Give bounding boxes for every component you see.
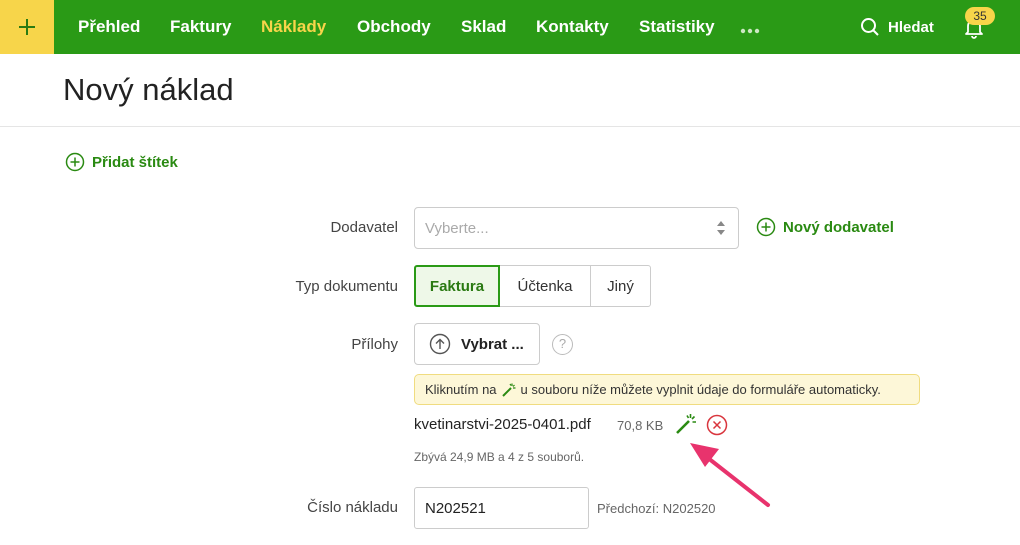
doc-type-faktura[interactable]: Faktura xyxy=(414,265,500,307)
header-divider xyxy=(0,126,1020,127)
search-icon xyxy=(861,18,879,36)
choose-file-button[interactable]: Vybrat ... xyxy=(414,323,540,365)
sort-arrows-icon xyxy=(717,221,725,235)
top-navigation-bar: Přehled Faktury Náklady Obchody Sklad Ko… xyxy=(0,0,1020,54)
plus-icon xyxy=(19,19,35,35)
attached-file-size: 70,8 KB xyxy=(617,418,664,433)
search-button[interactable]: Hledat xyxy=(860,0,934,54)
nav-item-prehled[interactable]: Přehled xyxy=(78,0,140,54)
nav-item-kontakty[interactable]: Kontakty xyxy=(536,0,609,54)
magic-wand-icon[interactable] xyxy=(674,412,698,436)
add-new-button[interactable] xyxy=(0,0,54,54)
nav-item-faktury[interactable]: Faktury xyxy=(170,0,231,54)
circle-plus-icon xyxy=(65,152,85,172)
supplier-label: Dodavatel xyxy=(330,219,398,236)
remaining-quota-text: Zbývá 24,9 MB a 4 z 5 souborů. xyxy=(414,450,585,464)
hint-text-before: Kliknutím na xyxy=(425,382,497,397)
new-supplier-button[interactable]: Nový dodavatel xyxy=(756,217,894,237)
expense-number-label: Číslo nákladu xyxy=(307,499,398,516)
doc-type-label: Typ dokumentu xyxy=(295,278,398,295)
more-menu-icon[interactable] xyxy=(740,22,760,40)
supplier-select[interactable]: Vyberte... xyxy=(414,207,739,249)
nav-item-obchody[interactable]: Obchody xyxy=(357,0,431,54)
doc-type-uctenka[interactable]: Účtenka xyxy=(499,265,591,307)
attachments-label: Přílohy xyxy=(351,336,398,353)
magic-wand-icon xyxy=(501,383,516,397)
notification-count-badge: 35 xyxy=(965,7,995,25)
search-label: Hledat xyxy=(888,18,934,36)
nav-item-sklad[interactable]: Sklad xyxy=(461,0,506,54)
attached-file-name[interactable]: kvetinarstvi-2025-0401.pdf xyxy=(414,416,591,433)
circle-plus-icon xyxy=(756,217,776,237)
add-tag-label: Přidat štítek xyxy=(92,153,178,171)
autofill-hint-banner: Kliknutím na u souboru níže můžete vypln… xyxy=(414,374,920,405)
nav-item-statistiky[interactable]: Statistiky xyxy=(639,0,715,54)
help-icon[interactable]: ? xyxy=(552,334,573,355)
nav-item-naklady[interactable]: Náklady xyxy=(261,0,326,54)
remove-file-icon[interactable] xyxy=(706,414,728,436)
supplier-placeholder: Vyberte... xyxy=(425,220,489,237)
previous-number-text: Předchozí: N202520 xyxy=(597,501,716,516)
upload-icon xyxy=(429,333,451,355)
add-tag-button[interactable]: Přidat štítek xyxy=(65,152,178,172)
expense-number-input[interactable] xyxy=(414,487,589,529)
hint-text-after: u souboru níže můžete vyplnit údaje do f… xyxy=(520,382,881,397)
choose-file-label: Vybrat ... xyxy=(461,335,524,353)
doc-type-jiny[interactable]: Jiný xyxy=(590,265,651,307)
new-supplier-label: Nový dodavatel xyxy=(783,218,894,236)
page-title: Nový náklad xyxy=(63,72,234,107)
